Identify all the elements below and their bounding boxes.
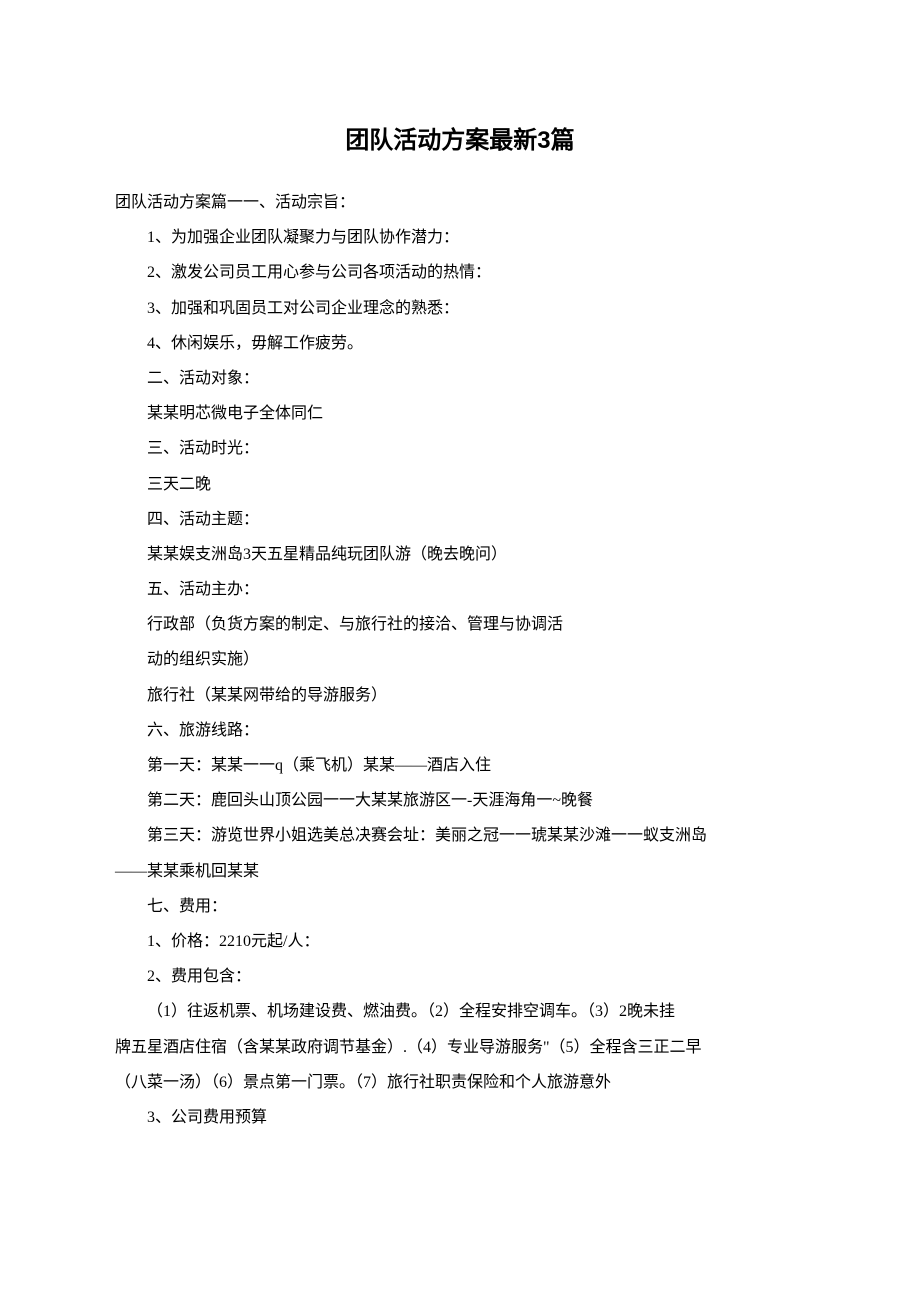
- body-line: 3、加强和巩固员工对公司企业理念的熟悉：: [115, 291, 805, 326]
- body-line: （1）往返机票、机场建设费、燃油费。（2）全程安排空调车。（3）2晚未挂: [115, 994, 805, 1029]
- body-line: 第一天：某某一一q（乘飞机）某某——酒店入住: [115, 748, 805, 783]
- body-line: 3、公司费用预算: [115, 1100, 805, 1135]
- body-line: 1、为加强企业团队凝聚力与团队协作潜力：: [115, 220, 805, 255]
- body-line: 旅行社（某某网带给的导游服务）: [115, 678, 805, 713]
- body-line: 七、费用：: [115, 889, 805, 924]
- body-line: 行政部（负货方案的制定、与旅行社的接洽、管理与协调活: [115, 607, 805, 642]
- body-line: 某某娱支洲岛3天五星精品纯玩团队游（晚去晚问）: [115, 537, 805, 572]
- body-line: ——某某乘机回某某: [115, 854, 805, 889]
- body-line: 三天二晚: [115, 467, 805, 502]
- body-line: 动的组织实施）: [115, 642, 805, 677]
- body-line: （八菜一汤）（6）景点第一门票。（7）旅行社职责保险和个人旅游意外: [115, 1065, 805, 1100]
- body-line: 1、价格：2210元起/人：: [115, 924, 805, 959]
- document-body: 团队活动方案篇一一、活动宗旨：1、为加强企业团队凝聚力与团队协作潜力：2、激发公…: [115, 185, 805, 1135]
- document-title: 团队活动方案最新3篇: [115, 120, 805, 155]
- body-line: 2、费用包含：: [115, 959, 805, 994]
- body-line: 五、活动主办：: [115, 572, 805, 607]
- body-line: 第二天：鹿回头山顶公园一一大某某旅游区一-天涯海角一~晚餐: [115, 783, 805, 818]
- body-line: 某某明芯微电子全体同仁: [115, 396, 805, 431]
- body-line: 六、旅游线路：: [115, 713, 805, 748]
- body-line: 2、激发公司员工用心参与公司各项活动的热情：: [115, 255, 805, 290]
- body-line: 二、活动对象：: [115, 361, 805, 396]
- body-line: 团队活动方案篇一一、活动宗旨：: [115, 185, 805, 220]
- body-line: 三、活动时光：: [115, 431, 805, 466]
- body-line: 牌五星酒店住宿（含某某政府调节基金）.（4）专业导游服务"（5）全程含三正二早: [115, 1030, 805, 1065]
- body-line: 4、休闲娱乐，毋解工作疲劳。: [115, 326, 805, 361]
- body-line: 四、活动主题：: [115, 502, 805, 537]
- document-page: 团队活动方案最新3篇 团队活动方案篇一一、活动宗旨：1、为加强企业团队凝聚力与团…: [0, 0, 920, 1195]
- body-line: 第三天：游览世界小姐选美总决赛会址：美丽之冠一一琥某某沙滩一一蚁支洲岛: [115, 818, 805, 853]
